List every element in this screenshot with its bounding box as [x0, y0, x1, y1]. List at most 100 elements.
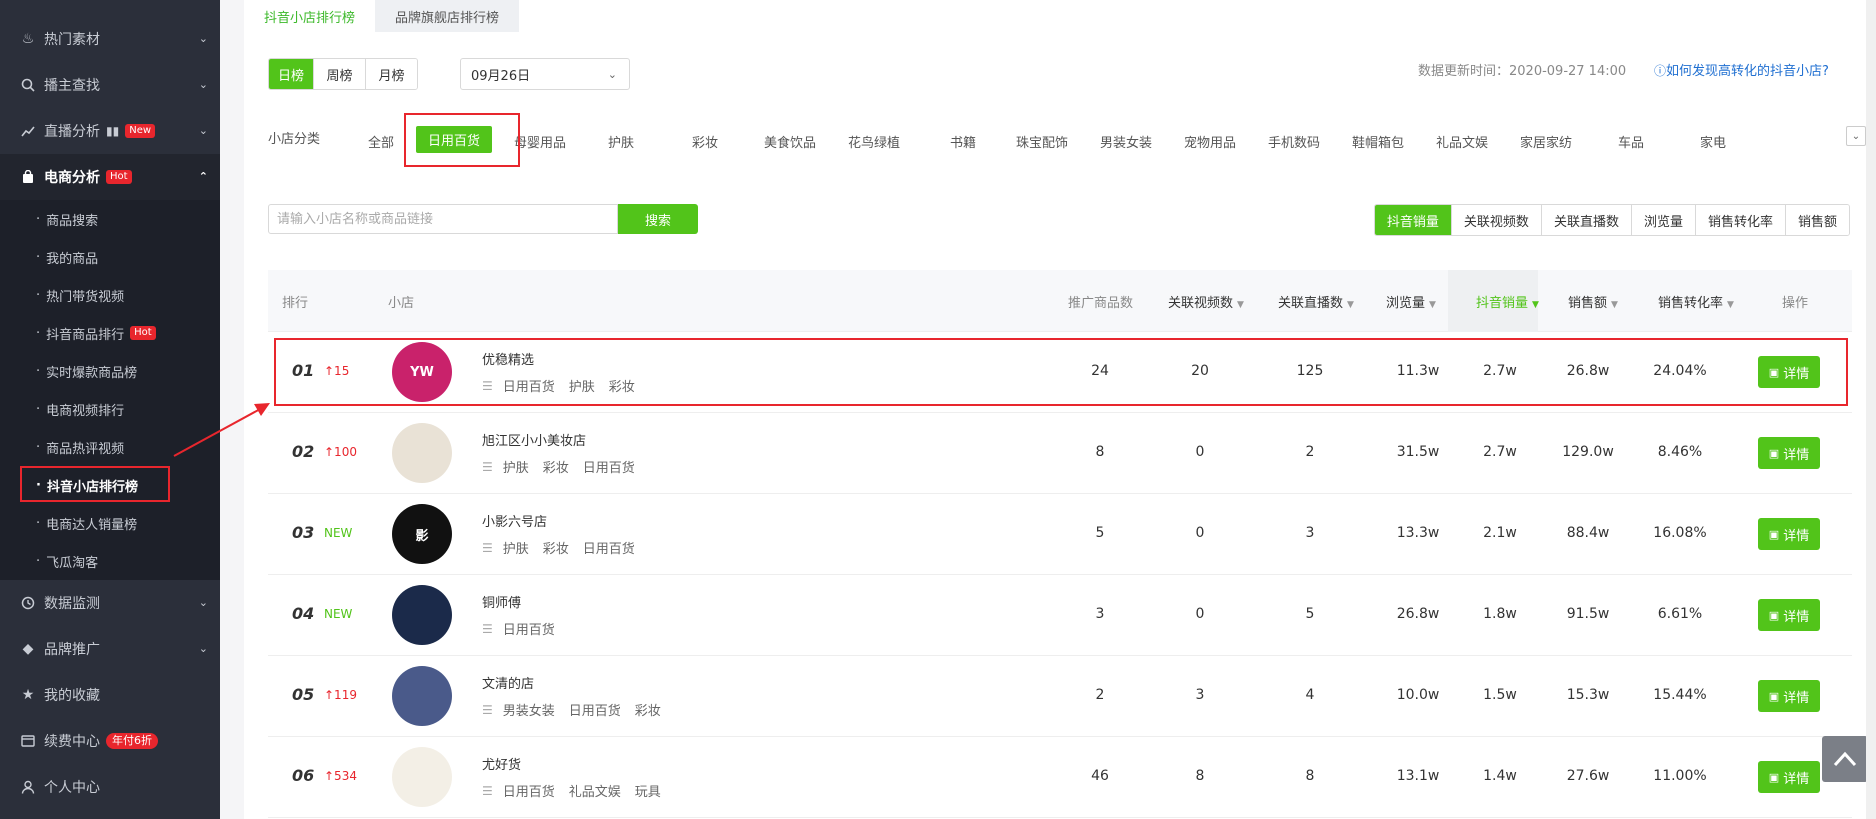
shop-avatar[interactable]: [392, 423, 452, 483]
submenu-item-feigua-taoke[interactable]: · 飞瓜淘客: [0, 542, 220, 580]
shop-tags: ☰ 男装女装 日用百货 彩妆: [482, 700, 675, 720]
cell-douyin-sales: 1.8w: [1483, 606, 1517, 622]
cell-sales-amount: 91.5w: [1566, 606, 1610, 622]
table-row[interactable]: 06 ↑534 尤好货 ☰ 日用百货 礼品文娱 玩具 46 8 8 13.1w 1.4w 27.6w 11…: [268, 737, 1852, 818]
detail-button[interactable]: ▣ 详情: [1758, 680, 1820, 712]
shop-name[interactable]: 旭江区小小美妆店: [482, 430, 586, 449]
category-pet[interactable]: 宠物用品: [1184, 132, 1236, 151]
detail-button[interactable]: ▣ 详情: [1758, 599, 1820, 631]
shop-name[interactable]: 尤好货: [482, 754, 521, 773]
list-icon: ☰: [482, 540, 493, 555]
sort-caret-icon: ▼: [1611, 300, 1618, 310]
help-link-text: 如何发现高转化的抖音小店?: [1666, 64, 1829, 79]
category-makeup[interactable]: 彩妆: [692, 132, 718, 151]
category-car[interactable]: 车品: [1618, 132, 1644, 151]
shop-tags: ☰ 日用百货 礼品文娱 玩具: [482, 781, 675, 801]
category-plants[interactable]: 花鸟绿植: [848, 132, 900, 151]
sidebar-item-renewal-center[interactable]: 续费中心 年付6折: [0, 718, 220, 764]
expand-categories-button[interactable]: ⌄: [1846, 126, 1866, 146]
header-sales-amount[interactable]: 销售额 ▼: [1568, 292, 1618, 311]
header-lives[interactable]: 关联直播数 ▼: [1278, 292, 1354, 311]
submenu-item-influencer-sales-ranking[interactable]: · 电商达人销量榜: [0, 504, 220, 542]
cell-products: 46: [1091, 768, 1109, 784]
date-select[interactable]: 09月26日 ⌄: [460, 58, 630, 90]
shop-avatar[interactable]: 影: [392, 504, 452, 564]
category-clothing[interactable]: 男装女装: [1100, 132, 1152, 151]
shop-name[interactable]: 文清的店: [482, 673, 534, 692]
sort-sales-amount[interactable]: 销售额: [1784, 205, 1849, 235]
shop-tag: 彩妆: [542, 461, 569, 476]
cell-douyin-sales: 1.4w: [1483, 768, 1517, 784]
category-books[interactable]: 书籍: [950, 132, 976, 151]
cell-views: 10.0w: [1396, 687, 1440, 703]
tab-brand-flagship-ranking[interactable]: 品牌旗舰店排行榜: [375, 0, 520, 32]
shop-tag: 日用百货: [502, 785, 555, 800]
table-row[interactable]: 02 ↑100 旭江区小小美妆店 ☰ 护肤 彩妆 日用百货 8 0 2 31.5w 2.7w 129.0…: [268, 413, 1852, 494]
sidebar-item-data-monitoring[interactable]: 数据监测 ⌄: [0, 580, 220, 626]
shop-avatar[interactable]: [392, 585, 452, 645]
category-home[interactable]: 家居家纺: [1520, 132, 1572, 151]
rank-change: NEW: [324, 607, 353, 621]
shop-tag: 玩具: [634, 785, 661, 800]
discount-badge: 年付6折: [106, 733, 158, 749]
shopping-bag-icon: ▣: [1768, 770, 1780, 784]
shop-search-input[interactable]: [268, 204, 618, 234]
help-link[interactable]: ⓘ如何发现高转化的抖音小店?: [1654, 60, 1829, 79]
detail-button-label: 详情: [1783, 528, 1810, 544]
table-header: 排行 小店 推广商品数 关联视频数 ▼ 关联直播数 ▼ 浏览量 ▼ 抖音销量 ▼ 销售额…: [268, 270, 1852, 332]
cell-conversion: 16.08%: [1653, 525, 1707, 541]
category-food[interactable]: 美食饮品: [764, 132, 816, 151]
card-icon: [20, 733, 36, 749]
category-appliance[interactable]: 家电: [1700, 132, 1726, 151]
sort-live-count[interactable]: 关联直播数: [1540, 205, 1631, 235]
sidebar-item-brand-promotion[interactable]: ◆ 品牌推广 ⌄: [0, 626, 220, 672]
category-skincare[interactable]: 护肤: [608, 132, 634, 151]
shop-tag: 护肤: [502, 461, 529, 476]
category-all[interactable]: 全部: [368, 132, 394, 151]
category-maternal[interactable]: 母婴用品: [514, 132, 566, 151]
sidebar-item-favorites[interactable]: ★ 我的收藏: [0, 672, 220, 718]
shop-tag: 日用百货: [582, 542, 635, 557]
sort-video-count[interactable]: 关联视频数: [1450, 205, 1541, 235]
monitor-icon: [20, 595, 36, 611]
detail-button[interactable]: ▣ 详情: [1758, 518, 1820, 550]
detail-button[interactable]: ▣ 详情: [1758, 761, 1820, 793]
category-bags[interactable]: 鞋帽箱包: [1352, 132, 1404, 151]
table-row[interactable]: 04 NEW 铜师傅 ☰ 日用百货 3 0 5 26.8w 1.8w 91.5w 6.61% ▣ 详情: [268, 575, 1852, 656]
header-videos[interactable]: 关联视频数 ▼: [1168, 292, 1244, 311]
shop-avatar[interactable]: [392, 747, 452, 807]
sidebar-item-personal-center[interactable]: 个人中心: [0, 764, 220, 810]
header-conversion[interactable]: 销售转化率 ▼: [1658, 292, 1734, 311]
detail-button[interactable]: ▣ 详情: [1758, 437, 1820, 469]
cell-douyin-sales: 2.7w: [1483, 444, 1517, 460]
search-button[interactable]: 搜索: [618, 204, 698, 234]
table-row[interactable]: 03 NEW 影小影六号店 ☰ 护肤 彩妆 日用百货 5 0 3 13.3w 2.1w 88.4w 16.…: [268, 494, 1852, 575]
star-icon: ★: [21, 687, 35, 703]
submenu-item-label: 电商达人销量榜: [46, 517, 138, 533]
category-digital[interactable]: 手机数码: [1268, 132, 1320, 151]
shop-name[interactable]: 铜师傅: [482, 592, 521, 611]
sort-douyin-sales[interactable]: 抖音销量: [1374, 205, 1451, 235]
chevron-down-icon: ⌄: [198, 596, 208, 609]
scrollbar[interactable]: [1866, 0, 1876, 819]
weekly-button[interactable]: 周榜: [313, 59, 365, 89]
sort-caret-icon: ▼: [1727, 300, 1734, 310]
header-views[interactable]: 浏览量 ▼: [1386, 292, 1436, 311]
cell-lives: 4: [1305, 687, 1315, 703]
shop-avatar[interactable]: [392, 666, 452, 726]
scroll-to-top-button[interactable]: [1822, 736, 1868, 782]
shop-name[interactable]: 小影六号店: [482, 511, 547, 530]
category-gifts[interactable]: 礼品文娱: [1436, 132, 1488, 151]
sort-views[interactable]: 浏览量: [1630, 205, 1695, 235]
update-time: 数据更新时间：2020-09-27 14:00: [1418, 64, 1627, 79]
category-jewelry[interactable]: 珠宝配饰: [1016, 132, 1068, 151]
shop-tag: 日用百货: [582, 461, 635, 476]
sort-conversion[interactable]: 销售转化率: [1694, 205, 1785, 235]
monthly-button[interactable]: 月榜: [365, 59, 417, 89]
list-icon: ☰: [482, 621, 493, 636]
header-douyin-sales[interactable]: 抖音销量 ▼: [1476, 292, 1539, 311]
sort-caret-icon: ▼: [1532, 300, 1539, 310]
table-row[interactable]: 05 ↑119 文清的店 ☰ 男装女装 日用百货 彩妆 2 3 4 10.0w 1.5w 15.3w 15…: [268, 656, 1852, 737]
cell-sales-amount: 15.3w: [1566, 687, 1610, 703]
cell-conversion: 11.00%: [1653, 768, 1707, 784]
